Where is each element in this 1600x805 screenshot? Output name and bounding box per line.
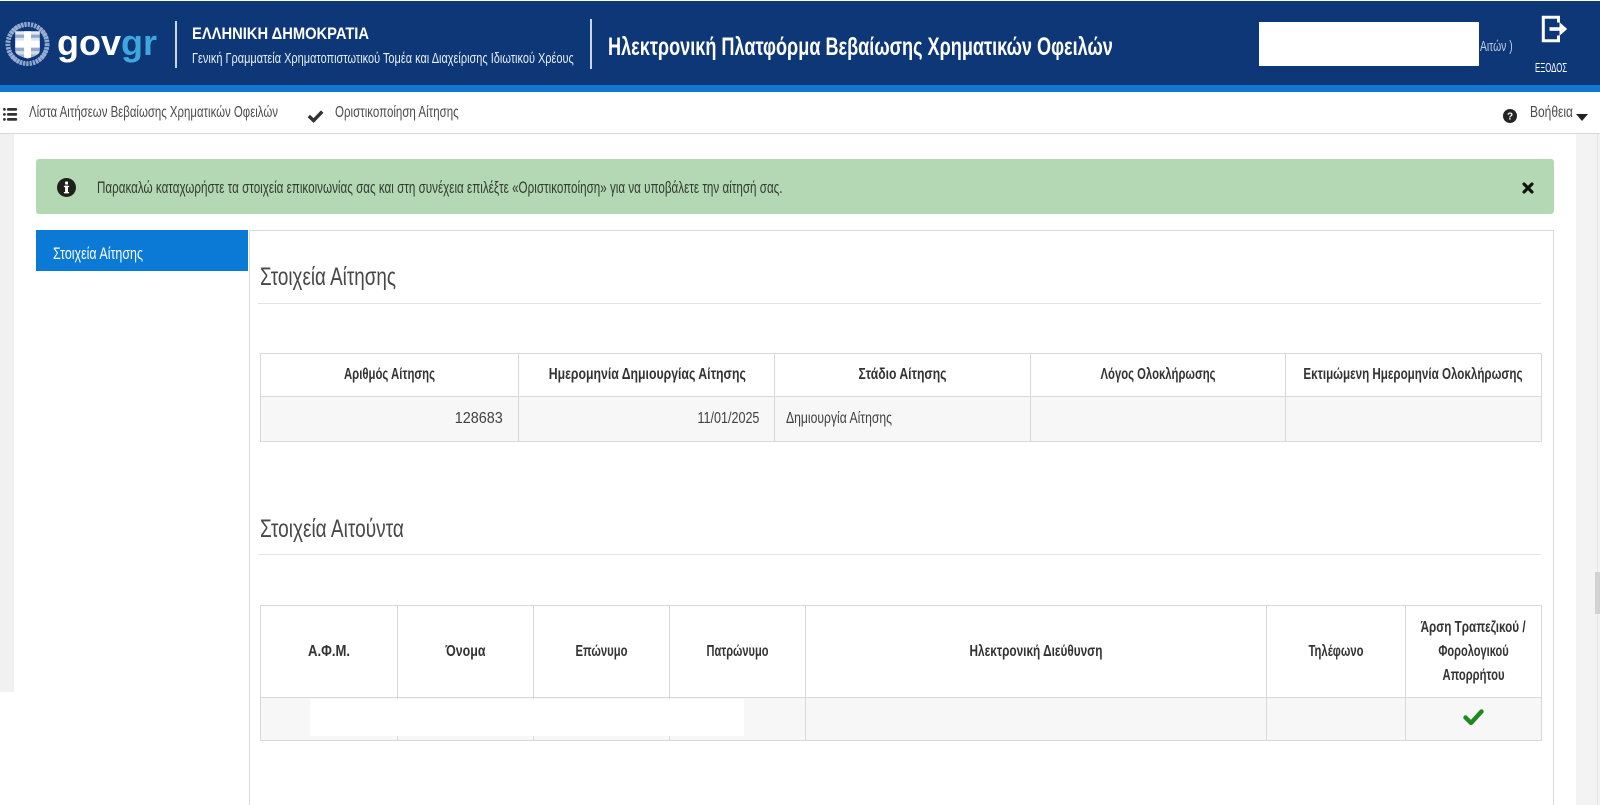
svg-text:?: ? xyxy=(1507,112,1513,123)
